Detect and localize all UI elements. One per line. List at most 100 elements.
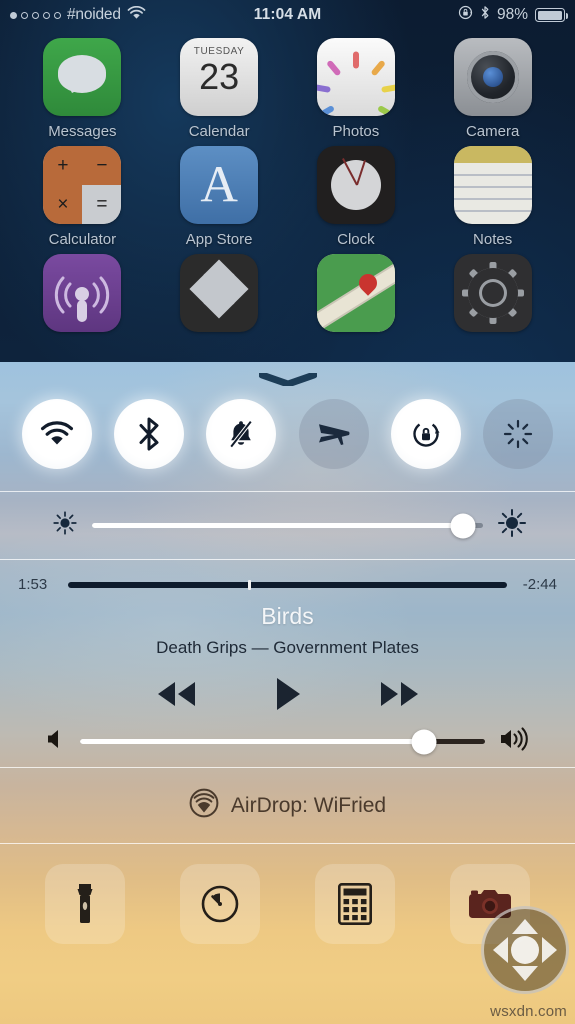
timer-icon [200, 884, 240, 924]
photos-petal [317, 104, 335, 116]
volume-high-icon [499, 726, 535, 757]
airdrop-icon [189, 788, 219, 823]
rotation-lock-icon [458, 5, 473, 25]
notes-icon [453, 146, 532, 224]
remaining-time-label: -2:44 [522, 576, 557, 593]
dpad-center-icon [511, 936, 539, 964]
calendar-date: 23 [199, 56, 240, 97]
photos-petal [376, 104, 395, 116]
status-bar: #noided 11:04 AM 98% [0, 0, 575, 30]
rotation-lock-icon [409, 417, 443, 451]
dropbox-icon [180, 254, 259, 332]
calendar-icon: TUESDAY 23 [180, 38, 259, 116]
transport-controls [0, 676, 575, 712]
app-label: Photos [332, 123, 380, 140]
calculator-key: × [43, 185, 83, 224]
bell-slash-icon [224, 417, 258, 451]
dpad-down-icon [512, 966, 538, 981]
photos-petal [370, 59, 386, 77]
flashlight-icon [70, 882, 100, 926]
playback-scrubber[interactable] [68, 579, 507, 590]
wifi-toggle[interactable] [22, 399, 92, 469]
status-bar-right: 98% [458, 5, 568, 25]
app-icon-maps[interactable] [302, 254, 410, 339]
watermark: wsxdn.com [490, 1003, 567, 1020]
playback-scrubber-row: 1:53 -2:44 [0, 576, 575, 593]
calculator-key: = [82, 185, 122, 224]
volume-slider[interactable] [80, 729, 485, 754]
chevron-down-grabber[interactable] [258, 373, 317, 386]
volume-low-icon [46, 727, 66, 756]
app-icon-calendar[interactable]: TUESDAY 23 Calendar [165, 38, 273, 140]
next-track-button[interactable] [377, 679, 423, 709]
brightness-low-icon [52, 510, 78, 541]
calculator-icon: + − × = [43, 146, 122, 224]
night-shift-icon [501, 417, 535, 451]
bluetooth-icon [480, 5, 490, 25]
clock-icon [316, 146, 395, 224]
photos-icon [316, 38, 395, 116]
bluetooth-icon [137, 416, 161, 452]
flashlight-button[interactable] [45, 864, 126, 944]
app-icon-clock[interactable]: Clock [302, 146, 410, 248]
app-label: Calculator [48, 231, 117, 248]
app-label: Camera [465, 123, 520, 140]
settings-icon [453, 254, 532, 332]
app-row [0, 254, 575, 339]
app-icon-photos[interactable]: Photos [302, 38, 410, 140]
calculator-icon [337, 883, 372, 925]
battery-icon [535, 8, 568, 22]
photos-petal [325, 59, 342, 77]
app-icon-messages[interactable]: Messages [28, 38, 136, 140]
airplane-icon [317, 418, 351, 450]
app-icon-podcasts[interactable] [28, 254, 136, 339]
assistive-touch-button[interactable] [481, 906, 569, 994]
calculator-key: + [43, 146, 83, 185]
app-icon-app-store[interactable]: A App Store [165, 146, 273, 248]
brightness-slider[interactable] [92, 513, 483, 538]
photos-petal [316, 84, 331, 93]
photos-petal [352, 51, 359, 69]
play-button[interactable] [273, 676, 303, 712]
night-shift-toggle[interactable] [482, 399, 553, 469]
rotation-lock-toggle[interactable] [390, 399, 461, 469]
calculator-key: − [82, 146, 122, 185]
bluetooth-toggle[interactable] [114, 399, 185, 469]
phone-screen: #noided 11:04 AM 98% Messages TUESDAY 23… [0, 0, 575, 1024]
app-icon-notes[interactable]: Notes [439, 146, 547, 248]
app-icon-dropbox[interactable] [165, 254, 273, 339]
calculator-button[interactable] [314, 864, 395, 944]
volume-control [0, 712, 575, 757]
maps-icon [316, 254, 395, 332]
podcasts-icon [43, 254, 122, 332]
photos-petal [380, 84, 395, 93]
app-label: Calendar [188, 123, 250, 140]
dpad-up-icon [512, 919, 538, 934]
app-label: Clock [337, 231, 375, 248]
timer-button[interactable] [180, 864, 261, 944]
app-label: Messages [48, 123, 117, 140]
airdrop-row[interactable]: AirDrop: WiFried [0, 768, 575, 843]
app-store-glyph: A [200, 156, 238, 214]
battery-percent-label: 98% [496, 6, 528, 23]
now-playing-section: 1:53 -2:44 Birds Death Grips — Governmen… [0, 560, 575, 767]
home-screen-app-grid: Messages TUESDAY 23 Calendar Photos Came… [0, 38, 575, 339]
app-icon-camera[interactable]: Camera [439, 38, 547, 140]
brightness-control [0, 492, 575, 559]
track-artist-album: Death Grips — Government Plates [156, 638, 419, 657]
app-row: Messages TUESDAY 23 Calendar Photos Came… [0, 38, 575, 140]
do-not-disturb-toggle[interactable] [206, 399, 277, 469]
app-store-icon: A [180, 146, 259, 224]
app-icon-settings[interactable] [439, 254, 547, 339]
wifi-icon [40, 421, 74, 447]
airplane-mode-toggle[interactable] [298, 399, 369, 469]
app-icon-calculator[interactable]: + − × = Calculator [28, 146, 136, 248]
brightness-high-icon [497, 508, 527, 543]
dpad-left-icon [493, 937, 508, 963]
camera-icon [453, 38, 532, 116]
dpad-right-icon [542, 937, 557, 963]
app-label: Notes [473, 231, 513, 248]
previous-track-button[interactable] [153, 679, 199, 709]
messages-icon [43, 38, 122, 116]
track-title: Birds [261, 603, 314, 629]
